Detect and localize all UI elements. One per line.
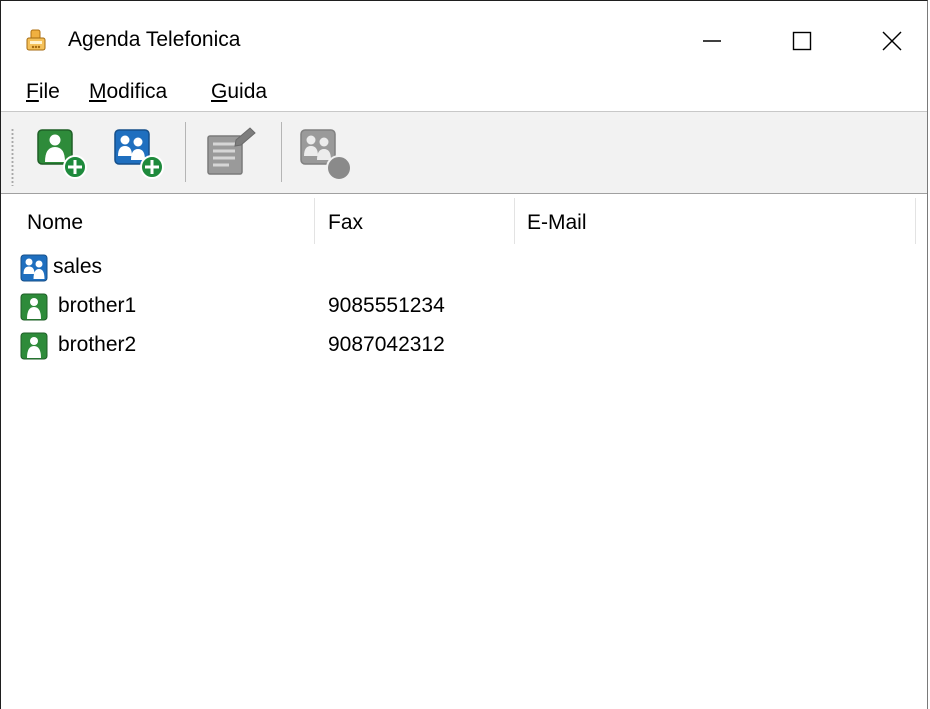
- close-button[interactable]: [869, 18, 915, 64]
- contact-name: brother1: [58, 294, 137, 317]
- phonebook-icon: [25, 29, 47, 51]
- contact-name: sales: [53, 255, 103, 278]
- close-icon: [882, 31, 902, 51]
- delete-icon: [300, 129, 352, 181]
- menu-file-mnemonic: F: [26, 80, 39, 103]
- maximize-button[interactable]: [779, 18, 825, 64]
- column-divider[interactable]: [514, 198, 515, 244]
- column-header-email[interactable]: E-Mail: [527, 211, 587, 235]
- list-item[interactable]: sales: [1, 248, 927, 286]
- toolbar: [1, 112, 927, 194]
- list-item[interactable]: brother2 9087042312: [1, 326, 927, 364]
- list-header: Nome Fax E-Mail: [1, 194, 927, 247]
- menu-file-label: ile: [38, 80, 60, 103]
- menu-modifica[interactable]: Modifica: [89, 80, 167, 104]
- menu-modifica-label: odifica: [106, 80, 168, 103]
- add-group-icon: [114, 129, 164, 179]
- contact-fax: 9085551234: [328, 294, 445, 317]
- toolbar-grip[interactable]: [11, 128, 14, 186]
- contact-icon: [20, 293, 48, 321]
- toolbar-separator: [281, 122, 282, 182]
- contact-name: brother2: [58, 333, 137, 356]
- title-bar[interactable]: Agenda Telefonica: [1, 1, 927, 76]
- contact-fax: 9087042312: [328, 333, 445, 356]
- column-divider[interactable]: [915, 198, 916, 244]
- delete-button[interactable]: [297, 126, 355, 184]
- add-contact-button[interactable]: [34, 126, 92, 184]
- list-item[interactable]: brother1 9085551234: [1, 287, 927, 325]
- menu-file[interactable]: File: [26, 80, 60, 104]
- edit-button[interactable]: [201, 126, 259, 184]
- minimize-button[interactable]: [689, 18, 735, 64]
- phonebook-window: Agenda Telefonica File Modifica Guida No…: [0, 0, 928, 709]
- menu-guida-mnemonic: G: [211, 80, 228, 103]
- menu-guida[interactable]: Guida: [211, 80, 267, 104]
- edit-icon: [207, 127, 256, 175]
- column-header-fax[interactable]: Fax: [328, 211, 363, 235]
- maximize-icon: [792, 31, 812, 51]
- column-header-nome[interactable]: Nome: [27, 211, 83, 235]
- window-title: Agenda Telefonica: [68, 28, 241, 51]
- add-contact-icon: [37, 129, 87, 179]
- menu-guida-label: uida: [227, 80, 268, 103]
- menu-bar: File Modifica Guida: [1, 76, 927, 110]
- column-divider[interactable]: [314, 198, 315, 244]
- minimize-icon: [703, 40, 721, 42]
- contact-icon: [20, 332, 48, 360]
- add-group-button[interactable]: [111, 126, 169, 184]
- menu-modifica-mnemonic: M: [89, 80, 107, 103]
- toolbar-separator: [185, 122, 186, 182]
- group-icon: [20, 254, 48, 282]
